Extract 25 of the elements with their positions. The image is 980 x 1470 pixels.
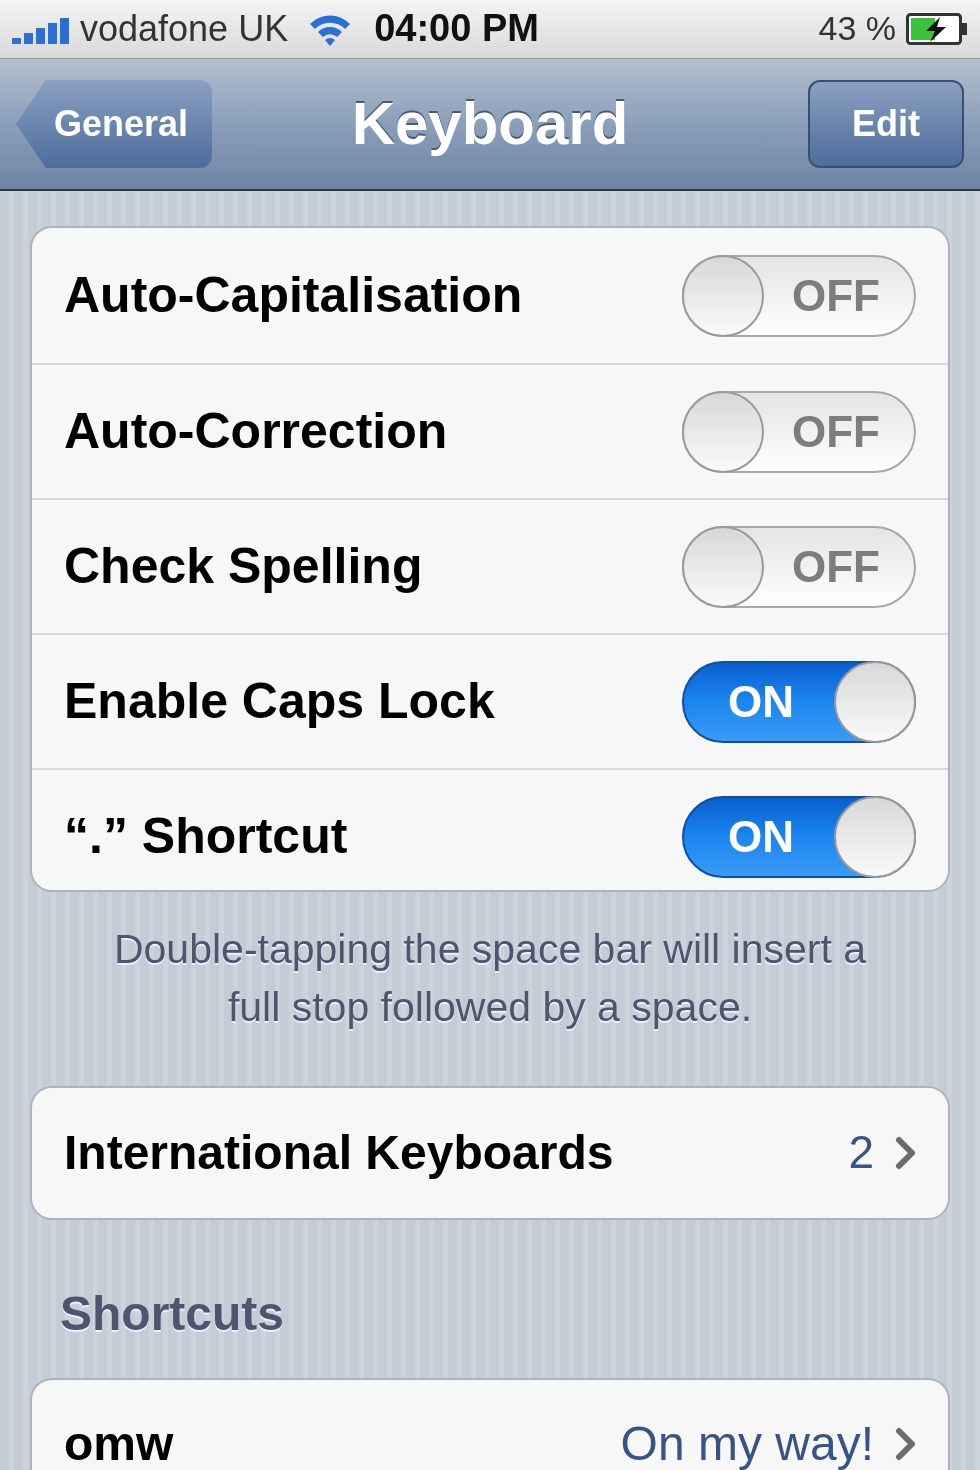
keyboard-count: 2	[848, 1125, 874, 1181]
setting-label: “.” Shortcut	[64, 807, 348, 867]
setting-label: Auto-Capitalisation	[64, 266, 523, 326]
shortcut-row[interactable]: omw On my way!	[32, 1380, 948, 1470]
back-button[interactable]: General	[16, 80, 213, 168]
shortcut-expansion: On my way!	[620, 1418, 874, 1470]
clock: 04:00 PM	[374, 6, 539, 52]
page-title: Keyboard	[351, 89, 629, 159]
setting-label: Check Spelling	[64, 537, 423, 597]
edit-button[interactable]: Edit	[808, 80, 964, 168]
chevron-icon	[894, 1134, 918, 1171]
toggle-switch[interactable]: OFF	[682, 525, 916, 608]
toggle-switch[interactable]: ON	[682, 660, 916, 743]
battery-charging-icon	[906, 12, 968, 45]
chevron-icon	[894, 1426, 918, 1462]
section-header: Shortcuts	[60, 1286, 285, 1342]
setting-label: Enable Caps Lock	[64, 672, 495, 732]
international-keyboards-row[interactable]: International Keyboards 2	[30, 1085, 950, 1220]
toggle-switch[interactable]: OFF	[682, 390, 916, 473]
footer-note: Double-tapping the space bar will insert a full stop followed by a space.	[112, 924, 868, 1032]
battery-percentage: 43 %	[818, 8, 896, 50]
toggle-switch[interactable]: ON	[682, 795, 916, 878]
toggle-switch[interactable]: OFF	[682, 254, 916, 337]
carrier-name: vodafone UK	[80, 6, 289, 51]
setting-label: Auto-Correction	[64, 402, 448, 462]
